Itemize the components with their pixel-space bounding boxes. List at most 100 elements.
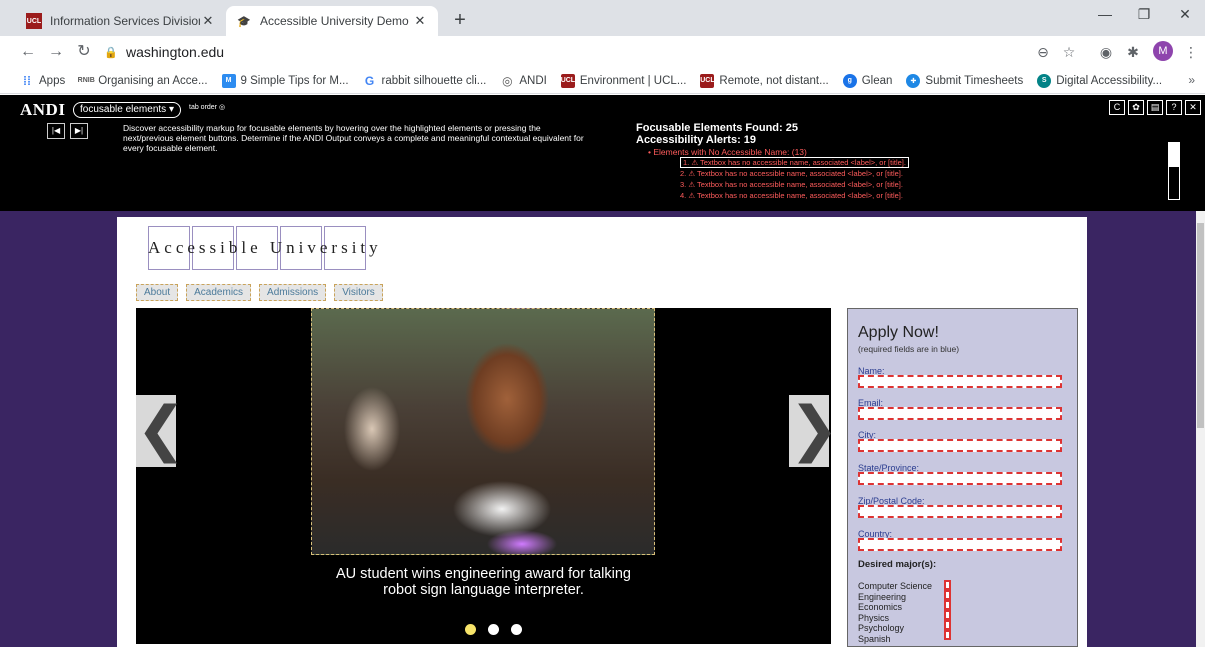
major-label: Economics: [858, 602, 903, 612]
alert-group-no-name[interactable]: • Elements with No Accessible Name: (13): [648, 147, 807, 157]
ucl-icon: UCL: [561, 73, 575, 88]
site-logo[interactable]: Accessible University: [148, 226, 378, 271]
menu-about[interactable]: About: [136, 284, 179, 301]
zip-input[interactable]: [858, 505, 1062, 518]
slide-image: [311, 308, 655, 555]
carousel-next-icon[interactable]: ❯: [789, 395, 839, 467]
previous-element-icon[interactable]: |◀: [47, 123, 65, 139]
new-tab-button[interactable]: +: [448, 9, 472, 33]
bookmark-apps[interactable]: ⁞⁞ Apps: [20, 74, 65, 88]
bookmark-rabbit[interactable]: G rabbit silhouette cli...: [363, 74, 487, 88]
window-close-button[interactable]: ✕: [1165, 6, 1205, 30]
tab-information-services[interactable]: UCL Information Services Division - U ✕: [16, 6, 226, 36]
zoom-icon[interactable]: ⊖: [1032, 41, 1054, 63]
ucl-icon: UCL: [26, 13, 42, 29]
andi-scrollbar[interactable]: [1168, 142, 1180, 200]
major-checkbox[interactable]: [944, 630, 951, 640]
andi-logo: ANDI: [20, 100, 66, 119]
minimize-button[interactable]: —: [1085, 6, 1125, 30]
major-checkbox[interactable]: [944, 590, 951, 600]
bookmark-andi[interactable]: ◎ ANDI: [500, 74, 547, 88]
wave-extension-icon[interactable]: ◉: [1095, 41, 1117, 63]
apps-grid-icon: ⁞⁞: [23, 73, 31, 88]
andi-module-select[interactable]: focusable elements ▾: [73, 102, 181, 118]
major-label: Engineering: [858, 591, 907, 602]
page-scrollbar[interactable]: [1196, 211, 1205, 647]
sharepoint-icon: S: [1037, 73, 1052, 88]
tab-accessible-university[interactable]: 🎓 Accessible University Demo Site - ✕: [226, 6, 438, 36]
city-input[interactable]: [858, 439, 1062, 452]
andi-close-icon[interactable]: ✕: [1185, 100, 1201, 115]
state-input[interactable]: [858, 472, 1062, 485]
bookmark-simple-tips[interactable]: M 9 Simple Tips for M...: [221, 73, 349, 88]
menu-visitors[interactable]: Visitors: [334, 284, 383, 301]
major-checkbox[interactable]: [944, 580, 951, 590]
alert-item[interactable]: 1. ⚠ Textbox has no accessible name, ass…: [680, 157, 909, 168]
bookmark-organising[interactable]: RNIB Organising an Acce...: [77, 74, 208, 88]
page-scroll-thumb[interactable]: [1197, 223, 1204, 428]
andi-settings-icon[interactable]: ✿: [1128, 100, 1144, 115]
major-label: Physics: [858, 612, 890, 623]
slide-caption: AU student wins engineering award for ta…: [336, 566, 631, 598]
name-input[interactable]: [858, 375, 1062, 388]
apply-title: Apply Now!: [858, 324, 939, 341]
bookmark-star-icon[interactable]: ☆: [1058, 41, 1080, 63]
forward-icon[interactable]: →: [44, 41, 68, 63]
logo-text: Accessible University: [148, 238, 382, 257]
tab-order-toggle[interactable]: tab order ◎: [189, 103, 225, 111]
bookmark-remote[interactable]: UCL Remote, not distant...: [700, 73, 829, 88]
majors-heading: Desired major(s):: [858, 559, 937, 570]
address-bar[interactable]: 🔒 washington.edu: [104, 40, 1090, 64]
next-element-icon[interactable]: ▶|: [70, 123, 88, 139]
alert-item[interactable]: 2. ⚠ Textbox has no accessible name, ass…: [680, 168, 909, 179]
focusable-count: Focusable Elements Found: 25: [636, 122, 798, 134]
andi-refresh-icon[interactable]: C: [1109, 100, 1125, 115]
apply-form: Apply Now! (required fields are in blue)…: [847, 308, 1078, 647]
graduation-cap-icon: 🎓: [237, 15, 251, 28]
email-input[interactable]: [858, 407, 1062, 420]
alert-item[interactable]: 3. ⚠ Textbox has no accessible name, ass…: [680, 179, 909, 190]
major-checkbox[interactable]: [944, 610, 951, 620]
carousel-prev-icon[interactable]: ❮: [136, 395, 186, 467]
andi-controls: C ✿ ▤ ? ✕: [1106, 100, 1201, 115]
alert-list: 1. ⚠ Textbox has no accessible name, ass…: [680, 157, 909, 201]
andi-help-icon[interactable]: ?: [1166, 100, 1182, 115]
menu-kebab-icon[interactable]: ⋮: [1180, 41, 1202, 63]
andi-keyboard-icon[interactable]: ▤: [1147, 100, 1163, 115]
carousel-dot[interactable]: [488, 624, 499, 635]
country-input[interactable]: [858, 538, 1062, 551]
reload-icon[interactable]: ↻: [72, 41, 96, 63]
major-checkbox[interactable]: [944, 600, 951, 610]
bookmarks-bar: ⁞⁞ Apps RNIB Organising an Acce... M 9 S…: [0, 68, 1205, 94]
back-icon[interactable]: ←: [16, 41, 40, 63]
bookmark-glean[interactable]: g Glean: [842, 73, 892, 88]
profile-avatar[interactable]: M: [1153, 41, 1173, 61]
bookmark-timesheets[interactable]: ✚ Submit Timesheets: [906, 73, 1023, 88]
carousel-dot[interactable]: [465, 624, 476, 635]
bookmark-digital-accessibility[interactable]: S Digital Accessibility...: [1037, 73, 1162, 88]
andi-summary: Focusable Elements Found: 25 Accessibili…: [636, 122, 798, 146]
restore-button[interactable]: ❐: [1124, 6, 1164, 30]
major-checkbox[interactable]: [944, 620, 951, 630]
bookmarks-overflow-icon[interactable]: »: [1188, 73, 1195, 87]
bookmark-icon: RNIB: [77, 77, 95, 84]
alert-item[interactable]: 4. ⚠ Textbox has no accessible name, ass…: [680, 190, 909, 201]
news-carousel: ❮ ❯ AU student wins engineering award fo…: [136, 308, 839, 644]
url-text: washington.edu: [126, 44, 225, 60]
tab-strip: UCL Information Services Division - U ✕ …: [0, 0, 1205, 36]
tab-close-icon[interactable]: ✕: [412, 13, 428, 29]
glean-icon: g: [842, 73, 857, 88]
bookmark-environment[interactable]: UCL Environment | UCL...: [561, 73, 686, 88]
carousel-dot[interactable]: [511, 624, 522, 635]
andi-bar: ANDI focusable elements ▾ tab order ◎ |◀…: [0, 95, 1205, 211]
menu-admissions[interactable]: Admissions: [259, 284, 327, 301]
extensions-puzzle-icon[interactable]: ✱: [1122, 41, 1144, 63]
timesheet-icon: ✚: [906, 73, 921, 88]
carousel-dots: [465, 624, 534, 635]
andi-scroll-thumb[interactable]: [1169, 143, 1179, 167]
major-label: Spanish: [858, 633, 891, 644]
google-icon: G: [364, 73, 375, 88]
main-menu: About Academics Admissions Visitors: [136, 284, 391, 301]
menu-academics[interactable]: Academics: [186, 284, 252, 301]
tab-close-icon[interactable]: ✕: [200, 13, 216, 29]
